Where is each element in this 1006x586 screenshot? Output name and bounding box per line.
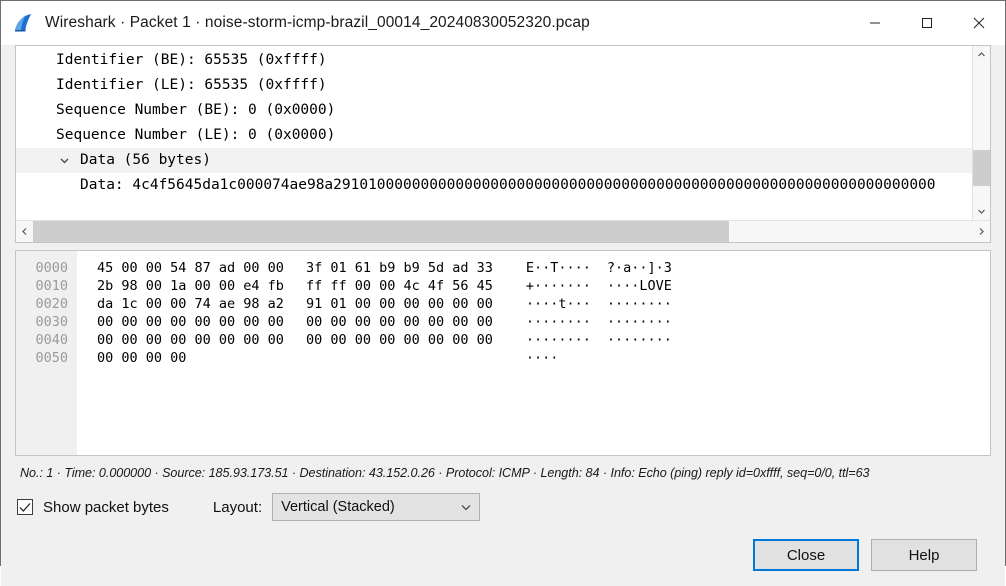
hex-bytes: 00 00 00 00 00 00 00 00 [97,314,284,330]
hex-bytes [306,349,493,367]
tree-item-label: Identifier (LE): 65535 (0xffff) [56,77,327,93]
close-button[interactable] [953,1,1005,45]
ascii-text: ········ [606,296,672,312]
scroll-track-vertical[interactable] [973,63,990,203]
chevron-left-icon [22,228,27,235]
hex-bytes: 00 00 00 00 00 00 00 00 [305,332,493,348]
scroll-thumb-vertical[interactable] [973,149,990,187]
hex-bytes: 91 01 00 00 00 00 00 00 [305,296,493,312]
show-packet-bytes-label: Show packet bytes [43,498,169,516]
chevron-down-icon[interactable] [56,148,72,173]
tree-item[interactable]: Sequence Number (LE): 0 (0x0000) [16,123,972,148]
tree-item[interactable]: Sequence Number (BE): 0 (0x0000) [16,98,972,123]
dialog-content: Identifier (BE): 65535 (0xffff) Identifi… [1,45,1005,586]
tree-item-data[interactable]: Data (56 bytes) [16,148,972,173]
dialog-footer: Close Help [15,524,991,586]
title-bar-left: Wireshark · Packet 1 · noise-storm-icmp-… [1,12,849,34]
ascii-text: ····t··· [525,296,591,312]
chevron-down-icon [978,209,985,214]
scroll-up-button[interactable] [973,46,990,63]
chevron-up-icon [978,52,985,57]
check-icon [19,502,31,512]
help-button[interactable]: Help [871,539,977,571]
ascii-column-right[interactable]: ?·a··]·3 ····LOVE ········ ········ ····… [591,251,672,455]
ascii-text: E··T···· [525,260,591,276]
ascii-text [607,349,672,367]
hex-bytes: 45 00 00 54 87 ad 00 00 [97,260,284,276]
packet-detail-tree[interactable]: Identifier (BE): 65535 (0xffff) Identifi… [16,46,972,220]
hex-bytes: 00 00 00 00 00 00 00 00 [97,332,284,348]
detail-vertical-scrollbar[interactable] [972,46,990,220]
window-controls [849,1,1005,45]
scroll-track-horizontal[interactable] [33,221,973,242]
hex-offset: 0020 [35,296,68,312]
hex-offset: 0010 [35,278,68,294]
hex-bytes: 3f 01 61 b9 b9 5d ad 33 [305,260,493,276]
ascii-text: ········ [606,314,672,330]
packet-detail-pane[interactable]: Identifier (BE): 65535 (0xffff) Identifi… [15,45,991,220]
packet-bytes-pane[interactable]: 0000 0010 0020 0030 0040 0050 45 00 00 5… [15,250,991,456]
tree-item-label: Identifier (BE): 65535 (0xffff) [56,52,327,68]
minimize-button[interactable] [849,1,901,45]
hex-offset: 0000 [35,260,68,276]
hex-offset: 0040 [35,332,68,348]
packet-detail-window: Wireshark · Packet 1 · noise-storm-icmp-… [0,0,1006,586]
close-dialog-button[interactable]: Close [753,539,859,571]
title-bar: Wireshark · Packet 1 · noise-storm-icmp-… [1,1,1005,45]
chevron-down-icon[interactable] [453,501,479,513]
tree-item[interactable]: Identifier (LE): 65535 (0xffff) [16,73,972,98]
ascii-text: ········ [606,332,672,348]
detail-horizontal-scrollbar[interactable] [15,220,991,243]
ascii-text: +······· [525,278,591,294]
hex-offset-column: 0000 0010 0020 0030 0040 0050 [16,251,77,455]
window-title: Wireshark · Packet 1 · noise-storm-icmp-… [45,14,590,31]
scroll-down-button[interactable] [973,203,990,220]
ascii-text: ········ [525,314,591,330]
tree-item-label: Sequence Number (BE): 0 (0x0000) [56,102,336,118]
hex-bytes: 2b 98 00 1a 00 00 e4 fb [97,278,284,294]
tree-item[interactable]: Identifier (BE): 65535 (0xffff) [16,48,972,73]
ascii-text: ····LOVE [606,278,672,294]
tree-item-label: Data: 4c4f5645da1c000074ae98a29101000000… [80,177,936,193]
hex-offset: 0050 [35,350,68,366]
show-packet-bytes-checkbox[interactable]: Show packet bytes [17,499,169,516]
tree-item-label: Sequence Number (LE): 0 (0x0000) [56,127,336,143]
hex-bytes: 00 00 00 00 [97,350,187,366]
close-icon [973,17,985,29]
ascii-text: ?·a··]·3 [606,260,672,276]
hex-bytes-column-right[interactable]: 3f 01 61 b9 b9 5d ad 33 ff ff 00 00 4c 4… [284,251,493,455]
layout-select[interactable]: Vertical (Stacked) [272,493,481,521]
tree-item-data-bytes[interactable]: Data: 4c4f5645da1c000074ae98a29101000000… [16,173,972,198]
scroll-thumb-horizontal[interactable] [33,221,729,242]
layout-label: Layout: [212,498,263,516]
hex-bytes: da 1c 00 00 74 ae 98 a2 [97,296,284,312]
hex-bytes: 00 00 00 00 00 00 00 00 [305,314,493,330]
options-row: Show packet bytes Layout: Vertical (Stac… [15,490,991,524]
packet-summary-status: No.: 1 · Time: 0.000000 · Source: 185.93… [20,466,870,480]
maximize-button[interactable] [901,1,953,45]
minimize-icon [870,22,880,24]
ascii-column-left[interactable]: E··T···· +······· ····t··· ········ ····… [493,251,591,455]
hex-bytes: ff ff 00 00 4c 4f 56 45 [305,278,493,294]
maximize-icon [922,18,932,28]
hex-bytes-column-left[interactable]: 45 00 00 54 87 ad 00 00 2b 98 00 1a 00 0… [77,251,284,455]
ascii-text: ········ [525,332,591,348]
scroll-left-button[interactable] [16,221,33,242]
layout-select-value: Vertical (Stacked) [281,499,395,515]
checkbox-box[interactable] [17,499,33,515]
scroll-right-button[interactable] [973,221,990,242]
hex-offset: 0030 [35,314,68,330]
chevron-right-icon [979,228,984,235]
ascii-text: ···· [525,350,559,366]
wireshark-fin-icon [15,14,31,32]
tree-item-label: Data (56 bytes) [80,152,211,168]
